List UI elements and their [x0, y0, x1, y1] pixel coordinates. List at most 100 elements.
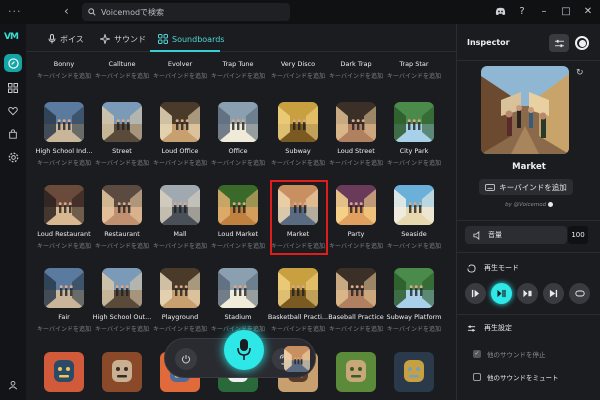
mute-other-checkbox[interactable]	[473, 373, 481, 381]
inspector-settings-button[interactable]	[549, 34, 569, 52]
sound-tile-loud-market[interactable]: Loud Market キーバインドを追加	[206, 185, 270, 250]
sound-tile-fair[interactable]: Fair キーバインドを追加	[32, 268, 96, 333]
sound-tile-partial[interactable]	[32, 352, 96, 392]
sound-keybind[interactable]: キーバインドを追加	[324, 71, 388, 80]
sound-tile-subway[interactable]: Subway キーバインドを追加	[266, 102, 330, 167]
sound-keybind[interactable]: キーバインドを追加	[324, 158, 388, 167]
sound-keybind[interactable]: キーバインドを追加	[32, 158, 96, 167]
store-nav-button[interactable]	[4, 125, 22, 143]
sound-keybind[interactable]: キーバインドを追加	[382, 158, 446, 167]
discord-icon[interactable]	[494, 4, 506, 18]
sound-keybind[interactable]: キーバインドを追加	[148, 158, 212, 167]
search-box[interactable]	[82, 3, 290, 21]
play-loop-mode-button[interactable]	[569, 283, 590, 304]
sound-tile-loud-street[interactable]: Loud Street キーバインドを追加	[324, 102, 388, 167]
back-arrow-icon[interactable]: ‹	[64, 4, 69, 18]
favorites-nav-button[interactable]	[4, 102, 22, 120]
sound-keybind[interactable]: キーバインドを追加	[32, 324, 96, 333]
sound-tile-calltune[interactable]: Calltune キーバインドを追加	[90, 60, 154, 80]
volume-value[interactable]: 100	[568, 226, 588, 244]
sound-tile-party[interactable]: Party キーバインドを追加	[324, 185, 388, 250]
sound-keybind[interactable]: キーバインドを追加	[90, 158, 154, 167]
sound-keybind[interactable]: キーバインドを追加	[382, 241, 446, 250]
stop-other-sounds-option[interactable]: ✓ 他のサウンドを停止	[473, 349, 546, 359]
sound-tile-subway-platform[interactable]: Subway Platform キーバインドを追加	[382, 268, 446, 333]
sound-keybind[interactable]: キーバインドを追加	[266, 158, 330, 167]
sound-thumbnail[interactable]	[218, 268, 258, 308]
sound-keybind[interactable]: キーバインドを追加	[324, 241, 388, 250]
sound-thumbnail[interactable]	[160, 268, 200, 308]
grid-nav-button[interactable]	[4, 79, 22, 97]
microphone-button[interactable]	[224, 330, 264, 370]
maximize-icon[interactable]: □	[560, 4, 572, 18]
sound-tile-loud-office[interactable]: Loud Office キーバインドを追加	[148, 102, 212, 167]
play-pause-mode-button[interactable]	[491, 283, 512, 304]
sound-tile-trap-star[interactable]: Trap Star キーバインドを追加	[382, 60, 446, 80]
sound-thumbnail[interactable]	[394, 268, 434, 308]
sound-keybind[interactable]: キーバインドを追加	[90, 241, 154, 250]
sound-keybind[interactable]: キーバインドを追加	[382, 324, 446, 333]
sound-thumbnail[interactable]	[336, 352, 376, 392]
sound-thumbnail[interactable]	[44, 352, 84, 392]
sound-tile-basketball-practi[interactable]: Basketball Practi... キーバインドを追加	[266, 268, 330, 333]
sound-thumbnail[interactable]	[102, 268, 142, 308]
play-stop-mode-button[interactable]	[517, 283, 538, 304]
sound-thumbnail[interactable]	[278, 268, 318, 308]
minimize-icon[interactable]: –	[538, 4, 550, 18]
sound-thumbnail[interactable]	[394, 352, 434, 392]
sound-tile-street[interactable]: Street キーバインドを追加	[90, 102, 154, 167]
sound-tile-loud-restaurant[interactable]: Loud Restaurant キーバインドを追加	[32, 185, 96, 250]
sound-tile-evolver[interactable]: Evolver キーバインドを追加	[148, 60, 212, 80]
sound-thumbnail[interactable]	[44, 102, 84, 142]
sound-tile-office[interactable]: Office キーバインドを追加	[206, 102, 270, 167]
sound-tile-restaurant[interactable]: Restaurant キーバインドを追加	[90, 185, 154, 250]
sound-thumbnail[interactable]	[160, 185, 200, 225]
tab-voices[interactable]: ボイス	[48, 30, 84, 48]
sound-thumbnail[interactable]	[102, 185, 142, 225]
sound-thumbnail[interactable]	[218, 102, 258, 142]
sound-keybind[interactable]: キーバインドを追加	[90, 324, 154, 333]
sound-thumbnail[interactable]	[160, 102, 200, 142]
sound-thumbnail[interactable]	[278, 102, 318, 142]
account-nav-button[interactable]	[4, 376, 22, 394]
sound-thumbnail[interactable]	[102, 102, 142, 142]
sound-thumbnail[interactable]	[394, 185, 434, 225]
sound-tile-mall[interactable]: Mall キーバインドを追加	[148, 185, 212, 250]
sound-thumbnail[interactable]	[44, 268, 84, 308]
sound-thumbnail[interactable]	[102, 352, 142, 392]
sound-tile-city-park[interactable]: City Park キーバインドを追加	[382, 102, 446, 167]
sound-thumbnail[interactable]	[44, 185, 84, 225]
sound-tile-seaside[interactable]: Seaside キーバインドを追加	[382, 185, 446, 250]
sound-keybind[interactable]: キーバインドを追加	[90, 71, 154, 80]
sound-thumbnail[interactable]	[336, 268, 376, 308]
search-input[interactable]	[101, 7, 281, 17]
sound-tile-stadium[interactable]: Stadium キーバインドを追加	[206, 268, 270, 333]
sound-keybind[interactable]: キーバインドを追加	[32, 241, 96, 250]
sound-keybind[interactable]: キーバインドを追加	[206, 158, 270, 167]
tab-sounds[interactable]: サウンド	[100, 30, 146, 48]
play-overlap-mode-button[interactable]	[543, 283, 564, 304]
help-icon[interactable]: ?	[516, 4, 528, 18]
sound-keybind[interactable]: キーバインドを追加	[32, 71, 96, 80]
sound-tile-playground[interactable]: Playground キーバインドを追加	[148, 268, 212, 333]
mute-other-sounds-option[interactable]: 他のサウンドをミュート	[473, 372, 559, 382]
sound-thumbnail[interactable]	[218, 185, 258, 225]
sound-keybind[interactable]: キーバインドを追加	[266, 71, 330, 80]
tab-soundboards[interactable]: Soundboards	[158, 30, 224, 48]
sound-keybind[interactable]: キーバインドを追加	[206, 71, 270, 80]
settings-nav-button[interactable]	[4, 148, 22, 166]
sound-tile-high-school-ind[interactable]: High School Ind... キーバインドを追加	[32, 102, 96, 167]
dock-sound-thumbnail[interactable]	[284, 346, 310, 372]
sound-keybind[interactable]: キーバインドを追加	[382, 71, 446, 80]
power-button[interactable]	[175, 348, 197, 370]
sound-tile-dark-trap[interactable]: Dark Trap キーバインドを追加	[324, 60, 388, 80]
sound-tile-high-school-out[interactable]: High School Out... キーバインドを追加	[90, 268, 154, 333]
stop-other-checkbox[interactable]: ✓	[473, 350, 481, 358]
home-nav-button[interactable]	[4, 54, 22, 72]
sound-keybind[interactable]: キーバインドを追加	[148, 71, 212, 80]
sound-tile-partial[interactable]	[90, 352, 154, 392]
sound-tile-bonny[interactable]: Bonny キーバインドを追加	[32, 60, 96, 80]
menu-dots-icon[interactable]: ···	[8, 5, 22, 18]
sound-tile-partial[interactable]	[324, 352, 388, 392]
volume-control[interactable]: 音量	[465, 226, 567, 244]
